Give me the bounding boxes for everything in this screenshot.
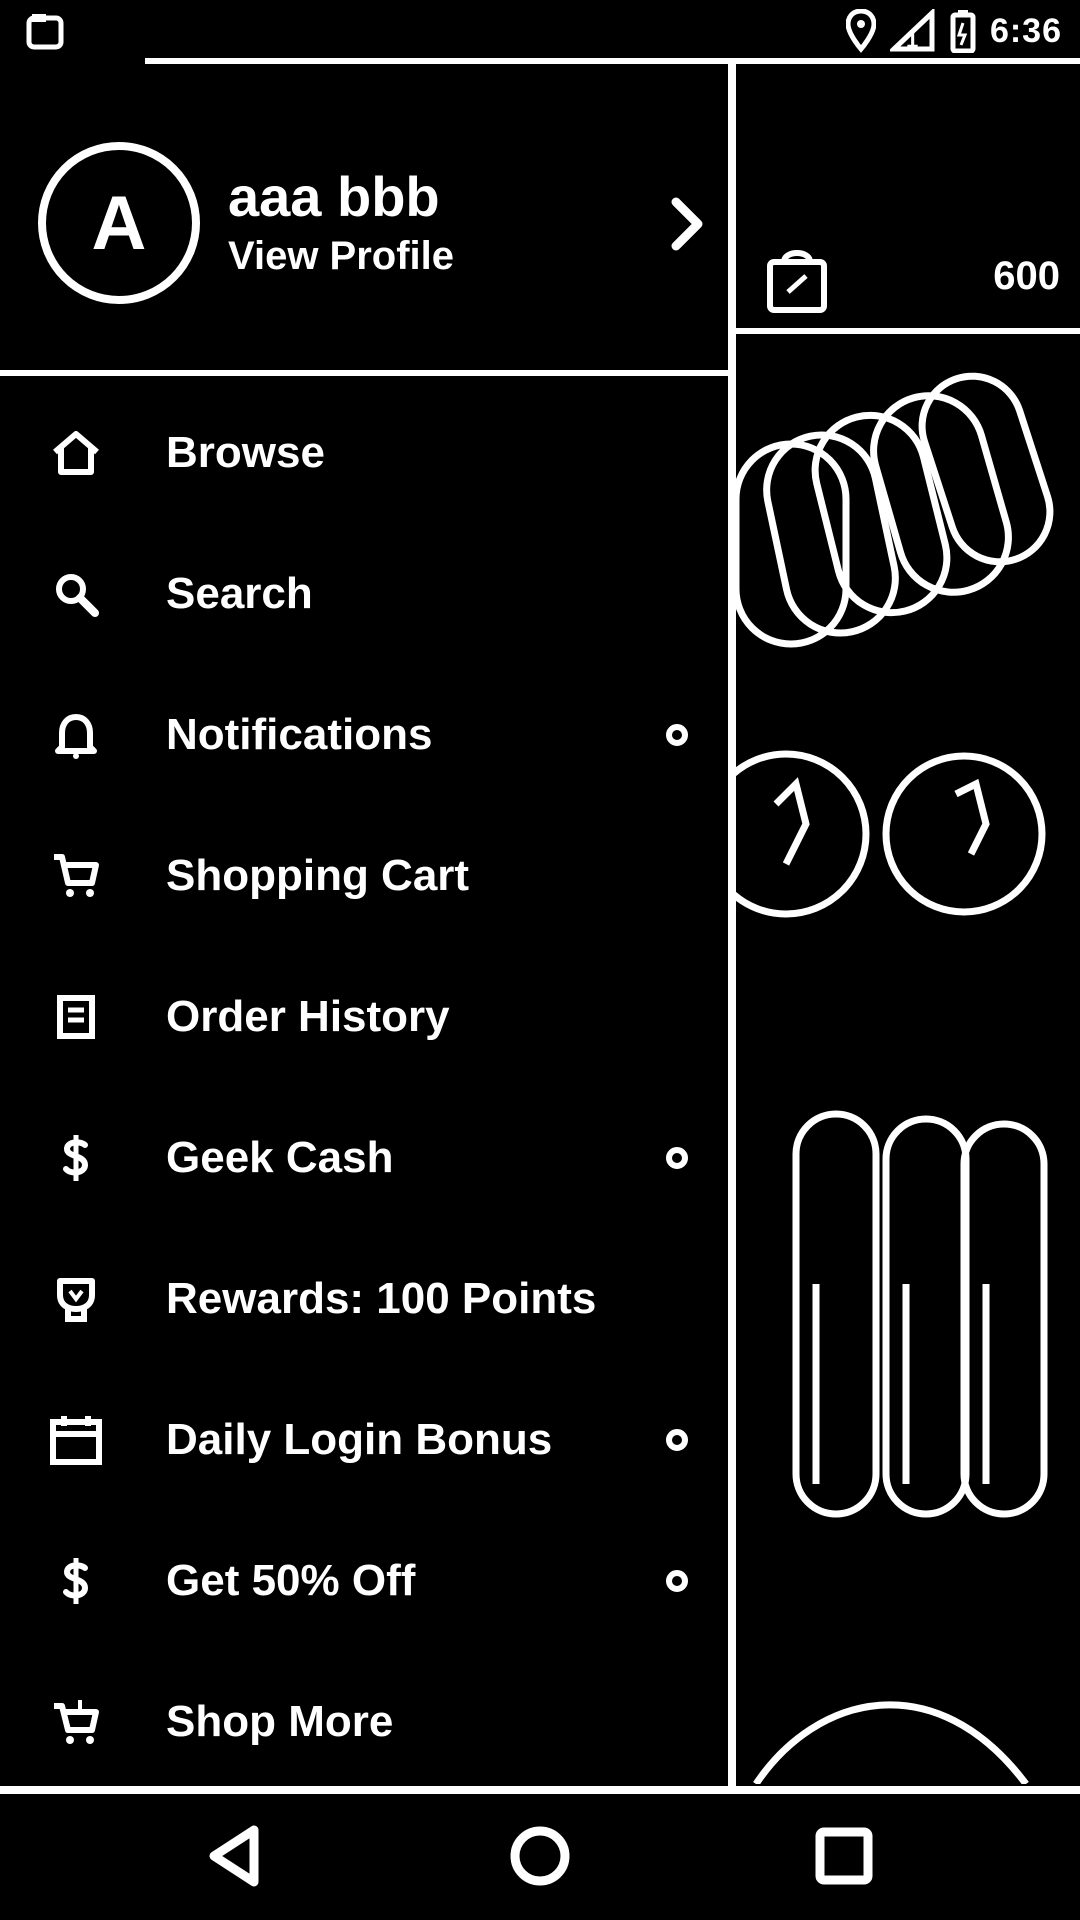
menu-item-label: Daily Login Bonus (166, 1414, 553, 1464)
menu-item-browse[interactable]: Browse (0, 382, 728, 523)
recents-icon[interactable] (810, 1822, 878, 1890)
avatar[interactable]: A (38, 142, 200, 304)
profile-name: aaa bbb (228, 165, 440, 228)
notification-dot (666, 1569, 688, 1592)
drawer-header-divider (0, 370, 728, 376)
menu-item-order-history[interactable]: Order History (0, 946, 728, 1087)
cart-more-icon (48, 1694, 104, 1750)
signal-icon: 1 (889, 9, 935, 52)
menu-item-label: Search (166, 568, 313, 618)
menu-item-rewards[interactable]: Rewards: 100 Points (0, 1228, 728, 1369)
clock-time: 6:36 (989, 11, 1062, 50)
menu-item-label: Browse (166, 427, 325, 477)
drawer-menu: Browse Search Notifications Shopping Car… (0, 382, 728, 1792)
shopping-bag-icon[interactable] (766, 244, 828, 314)
system-nav-bar (0, 1794, 1080, 1920)
home-circle-icon[interactable] (506, 1822, 574, 1890)
rewards-icon (48, 1271, 104, 1327)
status-bar: 1 6:36 (0, 0, 1080, 62)
nav-bar-divider (0, 1786, 1080, 1794)
menu-item-label: Geek Cash (166, 1132, 394, 1182)
notification-dot (666, 1428, 688, 1451)
cart-count: 600 (993, 254, 1060, 298)
navigation-drawer: A aaa bbb View Profile Browse Search Not… (0, 64, 728, 1790)
notification-dot (666, 723, 688, 746)
menu-item-label: Get 50% Off (166, 1555, 416, 1605)
menu-item-notifications[interactable]: Notifications (0, 664, 728, 805)
svg-text:1: 1 (906, 27, 918, 52)
menu-item-search[interactable]: Search (0, 523, 728, 664)
background-content[interactable]: 600 (736, 64, 1080, 1784)
cart-icon (48, 848, 104, 904)
menu-item-shop-more[interactable]: Shop More (0, 1651, 728, 1792)
notification-dot (666, 1146, 688, 1169)
menu-item-label: Notifications (166, 709, 433, 759)
menu-item-label: Rewards: 100 Points (166, 1273, 597, 1323)
dollar-icon (48, 1130, 104, 1186)
back-icon[interactable] (202, 1822, 270, 1890)
app-notification-icon (26, 14, 64, 50)
background-header-divider (736, 328, 1080, 334)
profile-header[interactable]: A aaa bbb View Profile (0, 64, 728, 372)
drawer-edge (728, 64, 736, 1790)
menu-item-label: Order History (166, 991, 450, 1041)
calendar-icon (48, 1412, 104, 1468)
order-history-icon (48, 989, 104, 1045)
menu-item-label: Shopping Cart (166, 850, 470, 900)
bell-icon (48, 707, 104, 763)
menu-item-label: Shop More (166, 1696, 394, 1746)
search-icon (48, 566, 104, 622)
product-illustration (736, 372, 1054, 1784)
view-profile-link[interactable]: View Profile (228, 234, 454, 279)
menu-item-shopping-cart[interactable]: Shopping Cart (0, 805, 728, 946)
chevron-right-icon[interactable] (668, 194, 708, 254)
dollar-icon (48, 1553, 104, 1609)
home-icon (48, 425, 104, 481)
menu-item-daily-login-bonus[interactable]: Daily Login Bonus (0, 1369, 728, 1510)
menu-item-geek-cash[interactable]: Geek Cash (0, 1087, 728, 1228)
menu-item-get-50-off[interactable]: Get 50% Off (0, 1510, 728, 1651)
location-icon (845, 9, 876, 53)
battery-icon (950, 10, 976, 53)
